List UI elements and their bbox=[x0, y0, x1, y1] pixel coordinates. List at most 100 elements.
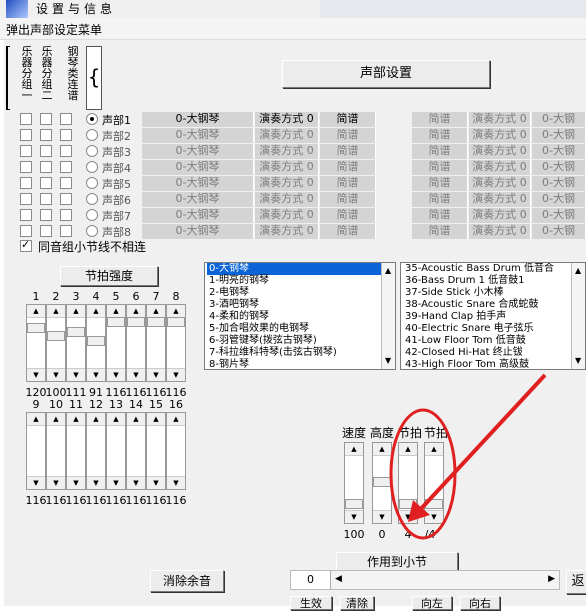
part-mode[interactable]: 演奏方式 0 bbox=[255, 176, 319, 191]
beat-slider[interactable]: ▲ ▼ bbox=[106, 304, 126, 382]
speed-slider[interactable]: ▲ ▼ bbox=[344, 442, 364, 524]
same-group-checkbox[interactable]: ✓ bbox=[20, 238, 32, 252]
part-instrument[interactable]: 0-大钢琴 bbox=[142, 176, 254, 191]
part-checkbox[interactable] bbox=[40, 129, 52, 141]
right-part-instrument[interactable]: 0-大钢 bbox=[532, 176, 586, 191]
drum-list-item[interactable]: 38-Acoustic Snare 合成蛇鼓 bbox=[403, 299, 585, 311]
part-instrument[interactable]: 0-大钢琴 bbox=[142, 208, 254, 223]
part-checkbox[interactable] bbox=[20, 113, 32, 125]
part-score[interactable]: 简谱 bbox=[320, 208, 376, 223]
drum-list-item[interactable]: 36-Bass Drum 1 低音鼓1 bbox=[403, 275, 585, 287]
right-part-score[interactable]: 简谱 bbox=[412, 144, 468, 159]
part-checkbox[interactable] bbox=[60, 129, 72, 141]
part-score[interactable]: 简谱 bbox=[320, 176, 376, 191]
beat-slider[interactable]: ▲ ▼ bbox=[86, 412, 106, 490]
part-score[interactable]: 简谱 bbox=[320, 128, 376, 143]
height-slider[interactable]: ▲ ▼ bbox=[372, 442, 392, 524]
right-part-instrument[interactable]: 0-大钢 bbox=[532, 208, 586, 223]
part-score[interactable]: 简谱 bbox=[320, 144, 376, 159]
position-scrollbar[interactable]: 0 ◀ ▶ bbox=[290, 570, 560, 590]
part-checkbox[interactable] bbox=[60, 225, 72, 237]
part-mode[interactable]: 演奏方式 0 bbox=[255, 144, 319, 159]
right-button[interactable]: 向右 bbox=[460, 596, 500, 610]
right-part-instrument[interactable]: 0-大钢 bbox=[532, 128, 586, 143]
right-part-score[interactable]: 简谱 bbox=[412, 160, 468, 175]
part-score[interactable]: 简谱 bbox=[320, 160, 376, 175]
part-checkbox[interactable] bbox=[20, 209, 32, 221]
drum-list-item[interactable]: 43-High Floor Tom 高级鼓 bbox=[403, 359, 585, 369]
right-part-score[interactable]: 简谱 bbox=[412, 208, 468, 223]
part-checkbox[interactable] bbox=[40, 113, 52, 125]
drum-list-item[interactable]: 40-Electric Snare 电子弦乐 bbox=[403, 323, 585, 335]
drum-list-item[interactable]: 35-Acoustic Bass Drum 低音合 bbox=[403, 263, 585, 275]
part-radio[interactable] bbox=[86, 145, 98, 157]
right-part-instrument[interactable]: 0-大钢 bbox=[532, 112, 586, 127]
beat-slider[interactable]: ▲ ▼ bbox=[126, 304, 146, 382]
tab-group-two[interactable]: 乐器分组二 bbox=[40, 46, 54, 110]
instrument-list-item[interactable]: 0-大钢琴 bbox=[207, 263, 395, 275]
part-instrument[interactable]: 0-大钢琴 bbox=[142, 144, 254, 159]
instrument-list-item[interactable]: 1-明亮的钢琴 bbox=[207, 275, 395, 287]
right-part-score[interactable]: 简谱 bbox=[412, 224, 468, 239]
clear-button[interactable]: 清除 bbox=[340, 596, 374, 610]
part-checkbox[interactable] bbox=[20, 177, 32, 189]
beat-slider[interactable]: ▲ ▼ bbox=[146, 412, 166, 490]
part-setting-button[interactable]: 声部设置 bbox=[282, 60, 490, 88]
beat-strength-button[interactable]: 节拍强度 bbox=[60, 266, 158, 286]
instrument-list-scrollbar[interactable]: ▲ ▼ bbox=[381, 263, 395, 369]
part-score[interactable]: 简谱 bbox=[320, 192, 376, 207]
part-radio[interactable] bbox=[86, 225, 98, 237]
scroll-right-icon[interactable]: ▶ bbox=[548, 574, 555, 584]
beat-slider[interactable]: ▲ ▼ bbox=[46, 412, 66, 490]
beat-slider-2[interactable]: ▲ ▼ bbox=[424, 442, 444, 524]
left-button[interactable]: 向左 bbox=[412, 596, 452, 610]
part-mode[interactable]: 演奏方式 0 bbox=[255, 192, 319, 207]
tab-group-one[interactable]: 乐器分组一 bbox=[20, 46, 34, 110]
brace-icon[interactable]: { bbox=[86, 46, 102, 110]
beat-slider[interactable]: ▲ ▼ bbox=[26, 412, 46, 490]
beat-slider[interactable]: ▲ ▼ bbox=[166, 304, 186, 382]
tab-piano-connect[interactable]: 钢琴类连谱 bbox=[66, 46, 80, 110]
part-radio[interactable] bbox=[86, 209, 98, 221]
part-instrument[interactable]: 0-大钢琴 bbox=[142, 224, 254, 239]
part-instrument[interactable]: 0-大钢琴 bbox=[142, 160, 254, 175]
instrument-list-item[interactable]: 4-柔和的钢琴 bbox=[207, 311, 395, 323]
clear-residual-button[interactable]: 消除余音 bbox=[150, 570, 224, 592]
right-part-mode[interactable]: 演奏方式 0 bbox=[469, 144, 531, 159]
part-checkbox[interactable] bbox=[40, 225, 52, 237]
part-checkbox[interactable] bbox=[60, 161, 72, 173]
part-checkbox[interactable] bbox=[60, 113, 72, 125]
right-part-instrument[interactable]: 0-大钢 bbox=[532, 144, 586, 159]
drum-list-item[interactable]: 37-Side Stick 小木棒 bbox=[403, 287, 585, 299]
part-checkbox[interactable] bbox=[60, 209, 72, 221]
beat-slider-1[interactable]: ▲ ▼ bbox=[398, 442, 418, 524]
beat-slider[interactable]: ▲ ▼ bbox=[166, 412, 186, 490]
instrument-list-item[interactable]: 5-加合唱效果的电钢琴 bbox=[207, 323, 395, 335]
part-checkbox[interactable] bbox=[20, 145, 32, 157]
part-checkbox[interactable] bbox=[40, 193, 52, 205]
drum-list-scrollbar[interactable]: ▲ ▼ bbox=[571, 263, 585, 369]
instrument-list-item[interactable]: 2-电钢琴 bbox=[207, 287, 395, 299]
part-score[interactable]: 简谱 bbox=[320, 224, 376, 239]
beat-slider[interactable]: ▲ ▼ bbox=[26, 304, 46, 382]
beat-slider[interactable]: ▲ ▼ bbox=[66, 304, 86, 382]
part-checkbox[interactable] bbox=[20, 129, 32, 141]
part-checkbox[interactable] bbox=[40, 209, 52, 221]
beat-slider[interactable]: ▲ ▼ bbox=[146, 304, 166, 382]
part-mode[interactable]: 演奏方式 0 bbox=[255, 160, 319, 175]
part-checkbox[interactable] bbox=[40, 177, 52, 189]
part-radio[interactable] bbox=[86, 129, 98, 141]
part-mode[interactable]: 演奏方式 0 bbox=[255, 112, 319, 127]
apply-to-measure-button[interactable]: 作用到小节 bbox=[336, 552, 458, 572]
right-part-instrument[interactable]: 0-大钢 bbox=[532, 160, 586, 175]
right-part-mode[interactable]: 演奏方式 0 bbox=[469, 208, 531, 223]
part-checkbox[interactable] bbox=[20, 161, 32, 173]
right-part-mode[interactable]: 演奏方式 0 bbox=[469, 128, 531, 143]
apply-effect-button[interactable]: 生效 bbox=[290, 596, 332, 610]
part-radio[interactable] bbox=[86, 177, 98, 189]
right-part-score[interactable]: 简谱 bbox=[412, 176, 468, 191]
drum-list-item[interactable]: 42-Closed Hi-Hat 终止钹 bbox=[403, 347, 585, 359]
drum-list-item[interactable]: 41-Low Floor Tom 低音鼓 bbox=[403, 335, 585, 347]
right-part-score[interactable]: 简谱 bbox=[412, 192, 468, 207]
right-part-mode[interactable]: 演奏方式 0 bbox=[469, 192, 531, 207]
